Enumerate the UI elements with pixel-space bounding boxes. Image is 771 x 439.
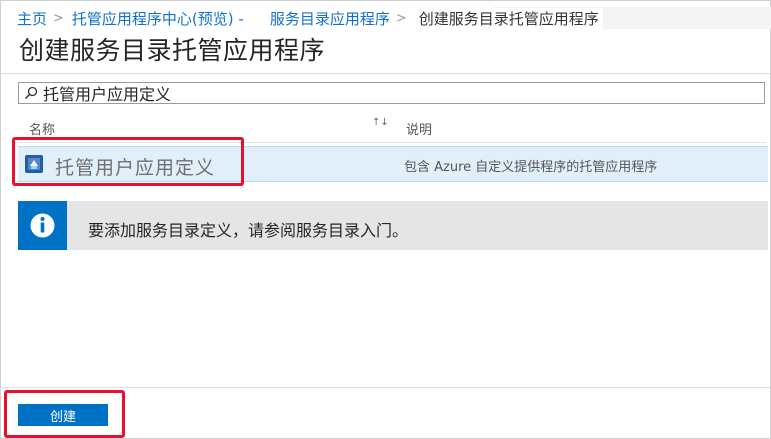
sort-icon[interactable]: ↑↓ xyxy=(372,117,389,128)
breadcrumb-current: 创建服务目录托管应用程序 xyxy=(414,7,603,29)
search-input[interactable]: 托管用户应用定义 xyxy=(18,82,765,104)
breadcrumb-managed-apps-center[interactable]: 托管应用程序中心(预览) - xyxy=(72,8,244,29)
breadcrumb-service-catalog-apps[interactable]: 服务目录应用程序 xyxy=(270,8,390,29)
blade: 主页 > 托管应用程序中心(预览) - 服务目录应用程序 > 创建服务目录托管应… xyxy=(0,0,771,439)
info-text: 要添加服务目录定义，请参阅服务目录入门。 xyxy=(88,221,409,240)
info-banner: 要添加服务目录定义，请参阅服务目录入门。 xyxy=(18,201,768,250)
search-icon xyxy=(23,85,39,101)
breadcrumb-separator: > xyxy=(395,10,407,26)
column-header-name[interactable]: 名称 xyxy=(29,119,55,138)
create-button[interactable]: 创建 xyxy=(18,404,108,426)
column-header-description: 说明 xyxy=(406,123,433,138)
search-value: 托管用户应用定义 xyxy=(43,85,172,104)
row-description: 包含 Azure 自定义提供程序的托管应用程序 xyxy=(404,160,658,175)
breadcrumb-separator: > xyxy=(53,10,64,26)
footer-divider xyxy=(1,387,770,388)
info-icon xyxy=(18,201,67,250)
header-divider xyxy=(18,142,766,143)
table-row[interactable]: 托管用户应用定义 包含 Azure 自定义提供程序的托管应用程序 xyxy=(18,146,768,182)
title-divider xyxy=(1,73,770,74)
breadcrumb-home[interactable]: 主页 xyxy=(17,8,47,29)
managed-app-icon xyxy=(24,154,44,174)
breadcrumb: 主页 > 托管应用程序中心(预览) - 服务目录应用程序 > 创建服务目录托管应… xyxy=(17,7,603,29)
row-name: 托管用户应用定义 xyxy=(55,157,216,179)
page-title: 创建服务目录托管应用程序 xyxy=(19,36,326,65)
